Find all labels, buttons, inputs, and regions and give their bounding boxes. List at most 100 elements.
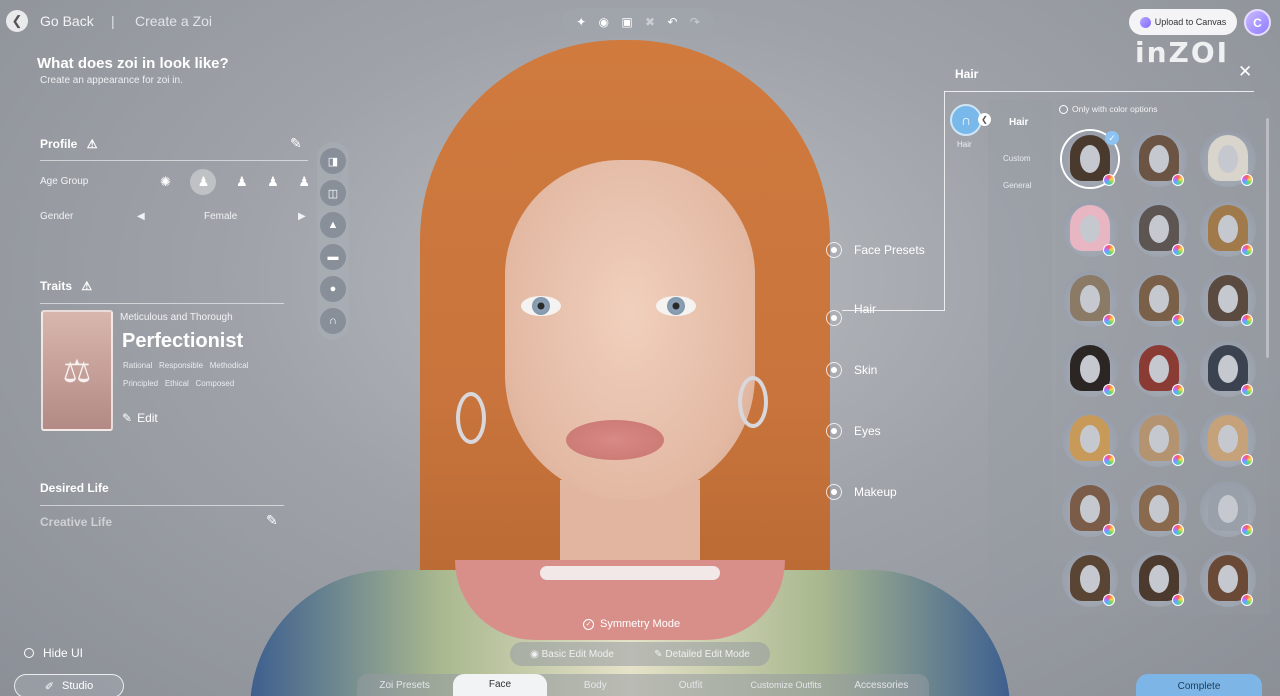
gender-value: Female: [204, 211, 238, 222]
age-toddler-icon[interactable]: ✺: [160, 174, 171, 190]
age-child-icon[interactable]: ♟: [190, 169, 217, 195]
color-options-icon: [1103, 454, 1115, 466]
only-color-options-label: Only with color options: [1072, 104, 1158, 114]
hair-grid-scrollbar[interactable]: [1266, 118, 1269, 358]
symmetry-mode-toggle[interactable]: ✓ Symmetry Mode: [583, 618, 680, 630]
studio-button[interactable]: ✐ Studio: [14, 674, 124, 696]
upload-to-canvas-button[interactable]: Upload to Canvas: [1129, 9, 1237, 35]
scales-icon: ⚖: [62, 352, 92, 389]
tab-zoi-presets[interactable]: Zoi Presets: [358, 680, 452, 691]
color-options-icon: [1241, 524, 1253, 536]
close-icon[interactable]: ✕: [1238, 62, 1252, 82]
go-back-link[interactable]: Go Back: [40, 13, 94, 29]
color-options-icon: [1172, 384, 1184, 396]
gender-prev-arrow[interactable]: ◀: [137, 211, 145, 222]
profile-edit-icon[interactable]: ✎: [290, 135, 302, 152]
subnav-title[interactable]: Hair: [1009, 117, 1028, 128]
eraser-icon[interactable]: ✖: [645, 15, 655, 29]
part-face-presets[interactable]: Face Presets: [826, 242, 925, 258]
back-button[interactable]: ❮: [6, 10, 28, 32]
tab-outfit[interactable]: Outfit: [644, 680, 738, 691]
tab-accessories[interactable]: Accessories: [834, 680, 928, 691]
desired-life-value: Creative Life: [40, 515, 113, 529]
traits-divider: [40, 303, 284, 304]
color-options-icon: [1103, 524, 1115, 536]
character-left-eye: [521, 296, 561, 316]
head-silhouette: [1218, 425, 1238, 453]
character-left-earring: [456, 392, 486, 444]
part-hair[interactable]: Hair: [826, 292, 876, 326]
canvas-icon: [1139, 16, 1151, 28]
trait-category: Meticulous and Thorough: [120, 312, 233, 323]
head-silhouette: [1218, 565, 1238, 593]
part-skin[interactable]: Skin: [826, 362, 877, 378]
gender-label: Gender: [40, 211, 74, 222]
desired-life-edit-icon[interactable]: ✎: [266, 512, 278, 529]
part-label: Eyes: [854, 424, 881, 438]
frame-icon[interactable]: ▣: [621, 15, 632, 29]
bottom-outfit-thumb[interactable]: ◫: [320, 180, 346, 206]
jewelry-outfit-thumb[interactable]: ●: [320, 276, 346, 302]
undo-icon[interactable]: ↶: [667, 15, 677, 29]
earring-outfit-thumb[interactable]: ∩: [320, 308, 346, 334]
hair-panel-title: Hair: [955, 67, 979, 81]
canvas-avatar[interactable]: C: [1244, 9, 1271, 36]
collapse-panel-button[interactable]: ❮: [978, 113, 991, 126]
hair-icon: ∩: [960, 112, 972, 128]
head-silhouette: [1218, 145, 1238, 173]
trait-name: Perfectionist: [122, 330, 244, 352]
radio-icon: [826, 484, 842, 500]
shoes-outfit-thumb[interactable]: ▲: [320, 212, 346, 238]
subnav-general[interactable]: General: [1003, 181, 1031, 190]
top-outfit-thumb[interactable]: ◨: [320, 148, 346, 174]
subnav-custom[interactable]: Custom: [1003, 154, 1031, 163]
trait-edit-button[interactable]: ✎ Edit: [122, 411, 158, 425]
color-options-icon: [1241, 384, 1253, 396]
tab-customize-outfits[interactable]: Customize Outfits: [739, 680, 833, 690]
gender-next-arrow[interactable]: ▶: [298, 211, 306, 222]
outfit-quick-column: ◨ ◫ ▲ ▬ ● ∩: [317, 142, 349, 340]
head-silhouette: [1218, 355, 1238, 383]
tab-body[interactable]: Body: [548, 680, 642, 691]
warning-icon[interactable]: ⚠: [87, 137, 98, 151]
head-silhouette: [1080, 145, 1100, 173]
trait-edit-label: Edit: [137, 411, 158, 425]
desired-life-divider: [40, 505, 284, 506]
character-choker: [540, 566, 720, 580]
color-options-icon: [1241, 594, 1253, 606]
trait-tags-row1: Rational Responsible Methodical: [123, 361, 248, 370]
accessory-outfit-thumb[interactable]: ▬: [320, 244, 346, 270]
basic-edit-mode-button[interactable]: ◉ Basic Edit Mode: [530, 649, 614, 660]
complete-button[interactable]: Complete: [1136, 674, 1262, 696]
trait-tags-row2: Principled Ethical Composed: [123, 379, 234, 388]
detailed-edit-mode-button[interactable]: ✎ Detailed Edit Mode: [654, 649, 750, 660]
redo-icon[interactable]: ↷: [690, 15, 700, 29]
traits-title: Traits ⚠: [40, 279, 92, 293]
brush-icon: ✐: [44, 680, 54, 693]
part-eyes[interactable]: Eyes: [826, 423, 881, 439]
radio-icon: [826, 310, 842, 326]
sparkle-icon[interactable]: ✦: [576, 15, 586, 29]
age-adult-icon[interactable]: ♟: [267, 174, 279, 190]
age-teen-icon[interactable]: ♟: [236, 174, 248, 190]
only-color-options-toggle[interactable]: Only with color options: [1059, 104, 1158, 114]
tab-face[interactable]: Face: [452, 674, 547, 696]
character-lips: [566, 420, 664, 460]
hide-ui-toggle[interactable]: Hide UI: [24, 646, 83, 660]
color-options-icon: [1241, 244, 1253, 256]
hair-panel-divider: [944, 91, 1254, 92]
head-silhouette: [1218, 495, 1238, 523]
age-elder-icon[interactable]: ♟: [298, 174, 310, 190]
warning-icon[interactable]: ⚠: [81, 279, 92, 293]
trait-tag: Principled: [123, 379, 159, 388]
selected-check-icon: ✓: [1105, 131, 1119, 145]
head-silhouette: [1149, 145, 1169, 173]
color-options-icon: [1172, 314, 1184, 326]
traits-title-text: Traits: [40, 279, 73, 293]
desired-life-title: Desired Life: [40, 481, 109, 495]
character-right-earring: [738, 376, 768, 428]
color-options-icon: [1103, 384, 1115, 396]
trait-card[interactable]: ⚖: [41, 310, 113, 431]
camera-icon[interactable]: ◉: [599, 15, 609, 29]
part-makeup[interactable]: Makeup: [826, 484, 897, 500]
